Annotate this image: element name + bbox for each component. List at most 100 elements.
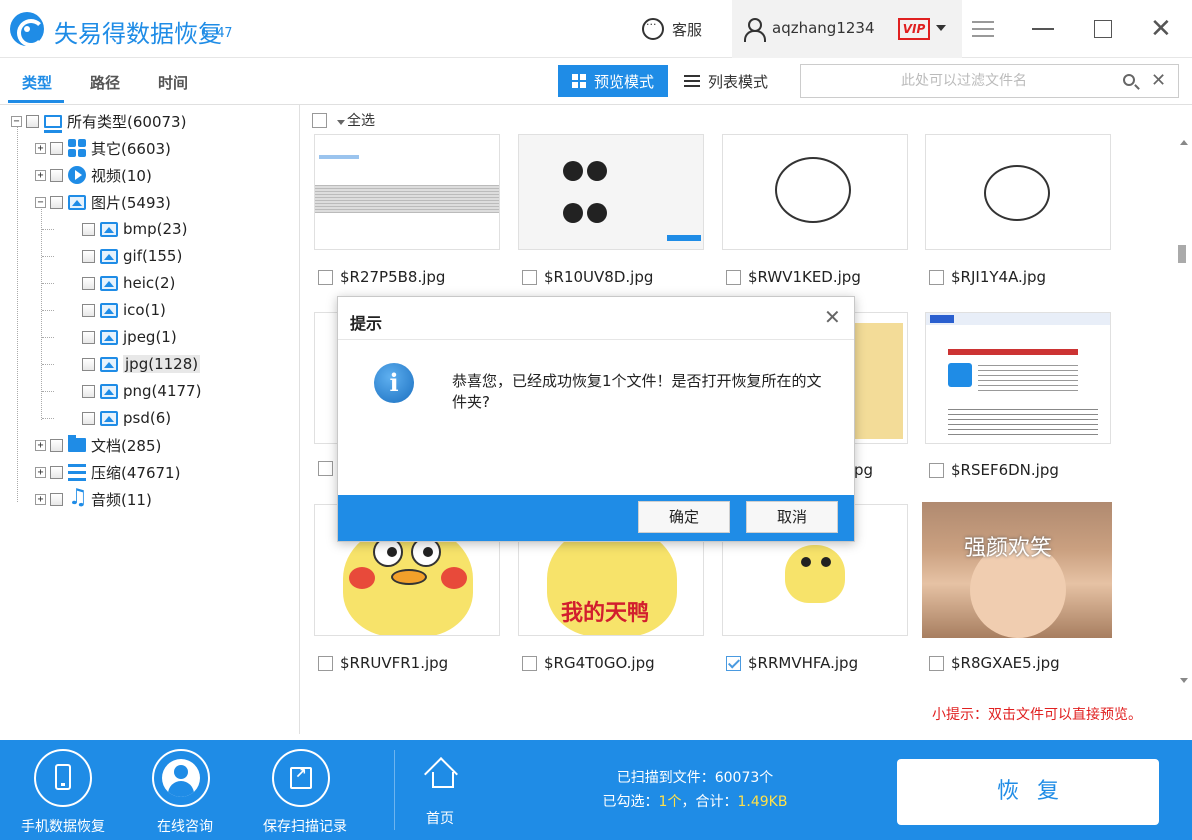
tree-checkbox[interactable] — [82, 330, 95, 344]
file-thumbnail[interactable] — [925, 134, 1111, 250]
expand-toggle[interactable]: + — [35, 493, 46, 505]
scroll-up-icon[interactable] — [1180, 140, 1188, 145]
tree-checkbox[interactable] — [82, 249, 95, 263]
close-icon[interactable]: ✕ — [824, 305, 841, 329]
tree-item-jpg[interactable]: jpg(1128) — [82, 351, 201, 377]
tree-checkbox[interactable] — [82, 384, 95, 398]
tab-time[interactable]: 时间 — [158, 72, 188, 93]
file-checkbox[interactable] — [929, 462, 944, 478]
user-account-menu[interactable]: aqzhang1234 VIP — [732, 0, 962, 58]
clear-icon[interactable]: ✕ — [1151, 70, 1166, 91]
tree-item-ico[interactable]: ico(1) — [82, 297, 166, 323]
select-all-control[interactable]: 全选 — [312, 110, 375, 130]
tree-checkbox[interactable] — [82, 357, 95, 371]
tree-item-archives[interactable]: + 压缩(47671) — [35, 459, 180, 485]
file-checkbox[interactable] — [522, 655, 537, 671]
tree-item-jpeg[interactable]: jpeg(1) — [82, 324, 177, 350]
minimize-icon[interactable] — [1032, 28, 1054, 30]
file-checkbox[interactable] — [318, 655, 333, 671]
tree-item-bmp[interactable]: bmp(23) — [82, 216, 187, 242]
tree-checkbox[interactable] — [50, 492, 63, 506]
tree-checkbox[interactable] — [82, 411, 95, 425]
tree-item-images[interactable]: − 图片(5493) — [35, 189, 171, 215]
online-consult-button[interactable]: 在线咨询 — [130, 740, 240, 840]
tree-item-png[interactable]: png(4177) — [82, 378, 201, 404]
expand-toggle[interactable]: + — [35, 142, 46, 154]
file-item[interactable]: $R8GXAE5.jpg — [929, 654, 1060, 672]
file-checkbox[interactable] — [726, 655, 741, 671]
total-value: 1.49KB — [737, 794, 788, 810]
tree-connector — [42, 391, 54, 392]
image-icon — [100, 248, 118, 264]
scrollbar-thumb[interactable] — [1178, 245, 1186, 263]
file-item[interactable]: $RJI1Y4A.jpg — [929, 268, 1046, 286]
scroll-down-icon[interactable] — [1180, 678, 1188, 683]
collapse-toggle[interactable]: − — [11, 115, 22, 127]
tree-checkbox[interactable] — [50, 438, 63, 452]
search-icon[interactable] — [1123, 74, 1135, 86]
tree-item-psd[interactable]: psd(6) — [82, 405, 171, 431]
thumbnail-image — [563, 203, 583, 223]
thumbnail-image — [984, 165, 1050, 221]
collapse-toggle[interactable]: − — [35, 196, 46, 208]
search-input[interactable] — [801, 65, 1111, 97]
preview-mode-button[interactable]: 预览模式 — [558, 65, 668, 97]
file-checkbox[interactable] — [929, 269, 944, 285]
file-thumbnail[interactable] — [314, 134, 500, 250]
phone-recovery-button[interactable]: 手机数据恢复 — [12, 740, 122, 840]
file-checkbox[interactable] — [318, 269, 333, 285]
file-item[interactable]: $R27P5B8.jpg — [318, 268, 445, 286]
maximize-icon[interactable] — [1094, 20, 1112, 38]
tree-item-all[interactable]: − 所有类型(60073) — [11, 108, 186, 134]
tree-checkbox[interactable] — [50, 168, 63, 182]
expand-toggle[interactable]: + — [35, 169, 46, 181]
list-mode-button[interactable]: 列表模式 — [676, 65, 786, 97]
tab-type[interactable]: 类型 — [22, 72, 52, 93]
tree-item-gif[interactable]: gif(155) — [82, 243, 182, 269]
file-checkbox[interactable] — [726, 269, 741, 285]
file-thumbnail[interactable]: 强颜欢笑 — [922, 502, 1112, 638]
expand-toggle[interactable]: + — [35, 439, 46, 451]
ok-button[interactable]: 确定 — [638, 501, 730, 533]
tree-checkbox[interactable] — [82, 303, 95, 317]
tree-item-heic[interactable]: heic(2) — [82, 270, 175, 296]
file-item[interactable]: $RRMVHFA.jpg — [726, 654, 858, 672]
tree-item-other[interactable]: + 其它(6603) — [35, 135, 171, 161]
file-thumbnail[interactable] — [925, 312, 1111, 444]
file-thumbnail[interactable] — [722, 134, 908, 250]
tree-connector — [42, 310, 54, 311]
tree-checkbox[interactable] — [50, 141, 63, 155]
tree-checkbox[interactable] — [50, 465, 63, 479]
tree-item-documents[interactable]: + 文档(285) — [35, 432, 161, 458]
expand-toggle[interactable]: + — [35, 466, 46, 478]
file-thumbnail[interactable] — [518, 134, 704, 250]
home-icon[interactable] — [424, 756, 458, 788]
file-item[interactable]: $R10UV8D.jpg — [522, 268, 653, 286]
close-icon[interactable]: ✕ — [1150, 14, 1172, 44]
recover-button[interactable]: 恢复 — [897, 759, 1159, 825]
tree-item-label: gif(155) — [123, 247, 183, 265]
customer-service-button[interactable]: 客服 — [642, 18, 702, 40]
file-item[interactable]: $RRUVFR1.jpg — [318, 654, 448, 672]
file-item[interactable]: $RWV1KED.jpg — [726, 268, 861, 286]
tree-checkbox[interactable] — [82, 222, 95, 236]
tree-item-audio[interactable]: + 音频(11) — [35, 485, 152, 512]
tree-connector — [17, 126, 18, 502]
save-scan-button[interactable]: 保存扫描记录 — [250, 740, 360, 840]
tab-path[interactable]: 路径 — [90, 72, 120, 93]
cancel-button[interactable]: 取消 — [746, 501, 838, 533]
tree-checkbox[interactable] — [50, 195, 63, 209]
file-checkbox[interactable] — [318, 461, 333, 476]
file-item[interactable]: $RSEF6DN.jpg — [929, 461, 1059, 479]
tree-checkbox[interactable] — [82, 276, 95, 290]
select-all-checkbox[interactable] — [312, 112, 327, 128]
file-item[interactable]: $RG4T0GO.jpg — [522, 654, 655, 672]
file-checkbox[interactable] — [929, 655, 944, 671]
tree-checkbox[interactable] — [26, 114, 39, 128]
phone-icon — [34, 749, 92, 807]
menu-icon[interactable] — [972, 21, 994, 37]
home-label[interactable]: 首页 — [426, 808, 454, 828]
file-item[interactable]: pg — [854, 461, 873, 479]
tree-item-video[interactable]: + 视频(10) — [35, 162, 152, 188]
file-checkbox[interactable] — [522, 269, 537, 285]
